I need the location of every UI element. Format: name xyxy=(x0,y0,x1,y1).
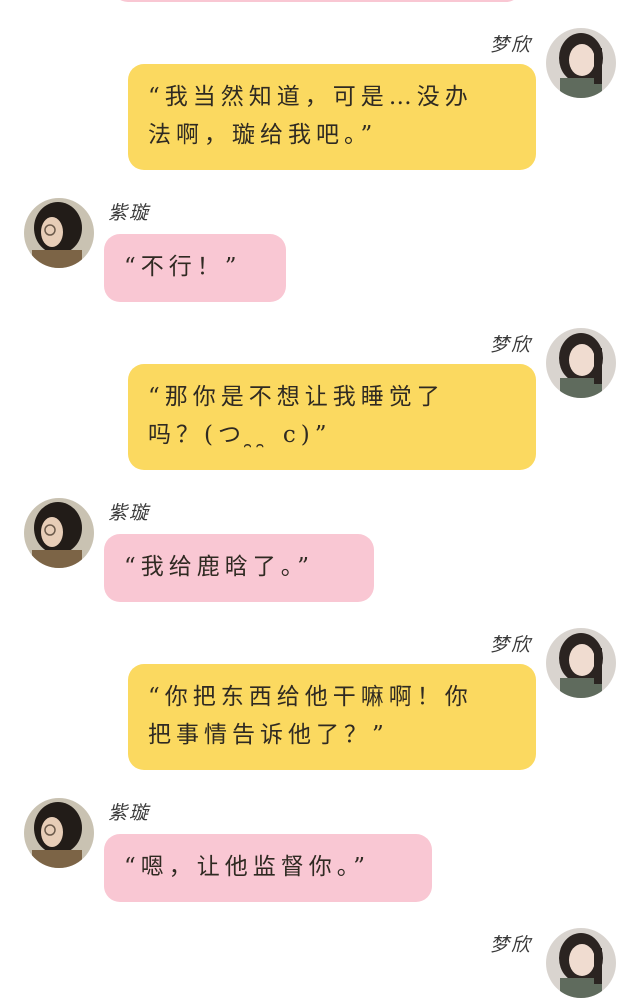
avatar-mengxin-icon[interactable] xyxy=(546,28,616,98)
avatar-zixuan-icon[interactable] xyxy=(24,498,94,568)
message-bubble: “我给鹿晗了。” xyxy=(104,534,374,602)
sender-name: 梦欣 xyxy=(490,34,533,56)
partial-message-bubble xyxy=(112,0,522,2)
message-line: “你把东西给他干嘛啊！你 xyxy=(148,684,473,710)
avatar-mengxin-icon[interactable] xyxy=(546,928,616,998)
message-line: “那你是不想让我睡觉了 xyxy=(148,384,445,410)
message-line: “嗯，让他监督你。” xyxy=(124,854,371,880)
message-line: 法啊，璇给我吧。” xyxy=(148,122,378,148)
sender-name: 梦欣 xyxy=(490,634,533,656)
chat-thread: 梦欣 “我当然知道，可是…没办 法啊，璇给我吧。” 紫璇 “不行！” 梦欣 “那… xyxy=(0,0,640,998)
message-line: “不行！” xyxy=(124,254,242,280)
message-bubble: “你把东西给他干嘛啊！你 把事情告诉他了？” xyxy=(128,664,536,770)
message-line: 吗？(つ ̯ ̯ c)” xyxy=(148,422,332,448)
avatar-mengxin-icon[interactable] xyxy=(546,328,616,398)
message-bubble: “我当然知道，可是…没办 法啊，璇给我吧。” xyxy=(128,64,536,170)
sender-name: 紫璇 xyxy=(108,802,151,824)
avatar-mengxin-icon[interactable] xyxy=(546,628,616,698)
message-bubble: “嗯，让他监督你。” xyxy=(104,834,432,902)
message-line: “我当然知道，可是…没办 xyxy=(148,84,473,110)
message-bubble: “那你是不想让我睡觉了 吗？(つ ̯ ̯ c)” xyxy=(128,364,536,470)
avatar-zixuan-icon[interactable] xyxy=(24,798,94,868)
sender-name: 紫璇 xyxy=(108,502,151,524)
sender-name: 梦欣 xyxy=(490,334,533,356)
sender-name: 紫璇 xyxy=(108,202,151,224)
avatar-zixuan-icon[interactable] xyxy=(24,198,94,268)
message-line: “我给鹿晗了。” xyxy=(124,554,315,580)
message-line: 把事情告诉他了？” xyxy=(148,722,389,748)
message-bubble: “不行！” xyxy=(104,234,286,302)
